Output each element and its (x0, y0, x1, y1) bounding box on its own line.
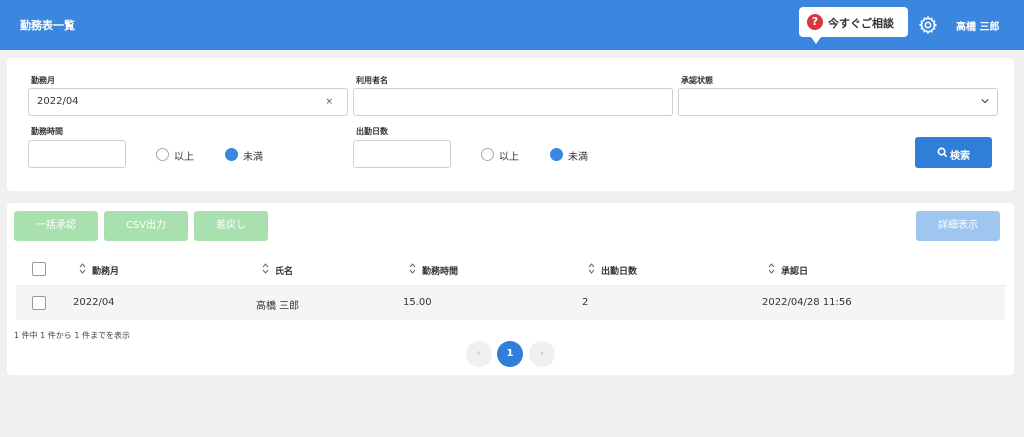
page-1-button[interactable]: 1 (497, 341, 523, 367)
table-row[interactable]: 2022/04 高橋 三郎 15.00 2 2022/04/28 11:56 (16, 286, 1005, 320)
send-back-button[interactable]: 差戻し (194, 211, 268, 241)
hours-below-label: 未満 (243, 152, 263, 163)
row-checkbox[interactable] (32, 296, 46, 310)
chevron-down-icon (981, 99, 989, 104)
help-icon: ? (807, 14, 823, 30)
results-panel: 一括承認 CSV出力 差戻し 詳細表示 勤務月 氏名 勤務時間 出勤日数 承認日… (7, 203, 1014, 375)
cell-hours: 15.00 (403, 297, 432, 308)
days-above-radio[interactable] (481, 148, 494, 161)
consult-button[interactable]: ? 今すぐご相談 (799, 7, 908, 44)
sort-icon[interactable] (409, 263, 416, 274)
search-panel: 勤務月 2022/04 × 利用者名 承認状態 勤務時間 以上 未満 出勤日数 … (7, 58, 1014, 191)
column-header-month[interactable]: 勤務月 (92, 264, 119, 277)
sort-icon[interactable] (588, 263, 595, 274)
days-below-radio[interactable] (550, 148, 563, 161)
days-below-label: 未満 (568, 152, 588, 163)
user-name-field[interactable] (353, 88, 673, 116)
search-icon (937, 147, 948, 158)
sort-icon[interactable] (79, 263, 86, 274)
table-header: 勤務月 氏名 勤務時間 出勤日数 承認日 (16, 252, 1005, 286)
sort-icon[interactable] (262, 263, 269, 274)
hours-field[interactable] (28, 140, 126, 168)
cell-name: 高橋 三郎 (256, 301, 300, 312)
cell-approved: 2022/04/28 11:56 (762, 297, 852, 308)
days-field[interactable] (353, 140, 451, 168)
user-name-label: 利用者名 (356, 76, 388, 85)
approval-select[interactable] (678, 88, 998, 116)
user-name[interactable]: 高橋 三郎 (956, 18, 999, 33)
page-title: 勤務表一覧 (20, 19, 75, 32)
csv-export-button[interactable]: CSV出力 (104, 211, 188, 241)
search-button-label: 検索 (950, 151, 970, 162)
gear-icon[interactable] (918, 15, 938, 35)
column-header-name[interactable]: 氏名 (275, 264, 293, 277)
clear-icon[interactable]: × (325, 97, 333, 107)
next-page-button[interactable]: › (529, 341, 555, 367)
approval-label: 承認状態 (681, 76, 713, 85)
column-header-hours[interactable]: 勤務時間 (422, 264, 458, 277)
month-value: 2022/04 (37, 96, 79, 107)
search-button[interactable]: 検索 (915, 137, 992, 168)
prev-page-button[interactable]: ‹ (466, 341, 492, 367)
hours-label: 勤務時間 (31, 127, 63, 136)
details-button[interactable]: 詳細表示 (916, 211, 1000, 241)
month-label: 勤務月 (31, 76, 55, 85)
sort-icon[interactable] (768, 263, 775, 274)
pagination-summary: 1 件中 1 件から 1 件までを表示 (14, 331, 130, 340)
cell-days: 2 (582, 297, 589, 308)
days-above-label: 以上 (499, 152, 519, 163)
bulk-approve-button[interactable]: 一括承認 (14, 211, 98, 241)
days-label: 出勤日数 (356, 127, 388, 136)
hours-above-label: 以上 (174, 152, 194, 163)
consult-label: 今すぐご相談 (828, 17, 894, 30)
hours-below-radio[interactable] (225, 148, 238, 161)
cell-month: 2022/04 (73, 297, 115, 308)
top-bar: 勤務表一覧 ? 今すぐご相談 高橋 三郎 (0, 0, 1024, 50)
column-header-approved[interactable]: 承認日 (781, 264, 808, 277)
month-field[interactable]: 2022/04 × (28, 88, 348, 116)
column-header-days[interactable]: 出勤日数 (601, 264, 637, 277)
select-all-checkbox[interactable] (32, 262, 46, 276)
hours-above-radio[interactable] (156, 148, 169, 161)
